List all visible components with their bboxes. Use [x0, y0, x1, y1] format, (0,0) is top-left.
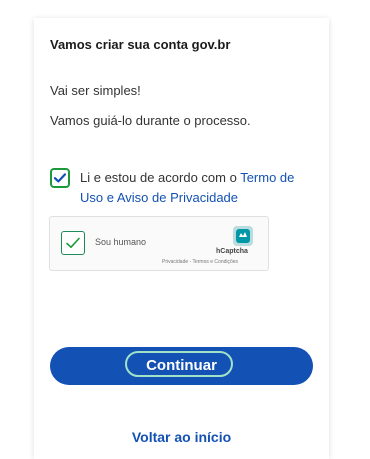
intro-text-1: Vai ser simples!: [50, 83, 141, 98]
intro-text-2: Vamos guiá-lo durante o processo.: [50, 113, 251, 128]
terms-checkbox[interactable]: [50, 168, 70, 188]
captcha-label: Sou humano: [95, 237, 147, 247]
hcaptcha-widget: Sou humano hCaptcha Privacidade - Termos…: [49, 216, 269, 271]
card-title: Vamos criar sua conta gov.br: [50, 37, 231, 52]
checkmark-icon: [66, 237, 80, 248]
terms-consent-label: Li e estou de acordo com o Termo de Uso …: [80, 168, 318, 208]
continue-button-label: Continuar: [146, 357, 217, 374]
captcha-links[interactable]: Privacidade - Termos e Condições: [162, 259, 238, 265]
signup-card: Vamos criar sua conta gov.br Vai ser sim…: [34, 18, 329, 459]
captcha-brand: hCaptcha: [216, 248, 248, 255]
back-to-start-button[interactable]: Voltar ao início: [50, 422, 313, 452]
terms-consent-prefix: Li e estou de acordo com o: [80, 170, 241, 185]
checkmark-icon: [53, 173, 67, 183]
continue-button[interactable]: Continuar: [50, 347, 313, 385]
captcha-checkbox[interactable]: [61, 231, 85, 255]
